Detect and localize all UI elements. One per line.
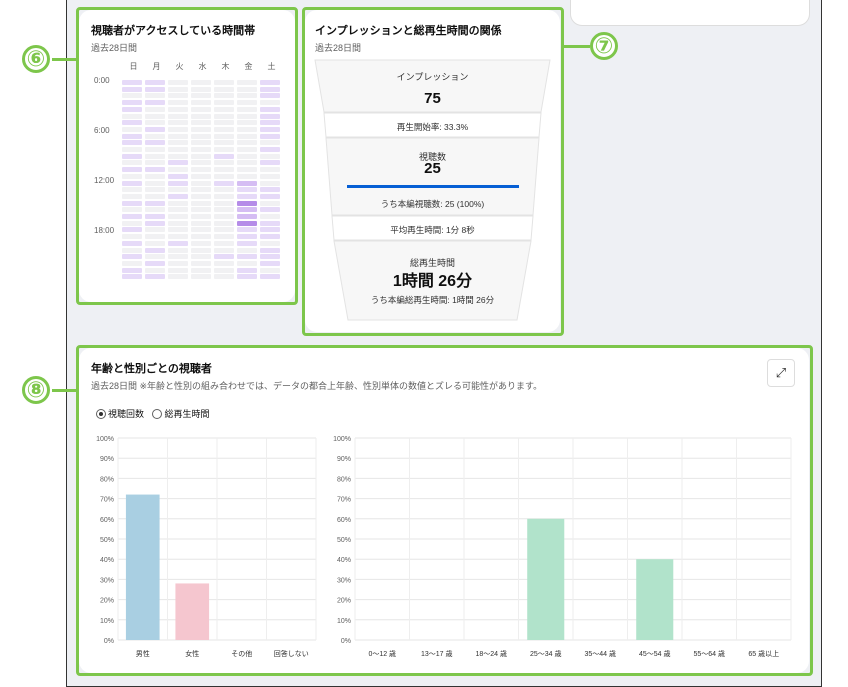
marker-8: ⑧ [22, 376, 50, 404]
partial-card [570, 0, 810, 26]
highlight-box-6 [76, 7, 298, 305]
highlight-box-7 [302, 7, 564, 336]
highlight-box-8 [76, 345, 813, 676]
marker-7-line [564, 45, 590, 48]
marker-6-line [52, 58, 77, 61]
marker-8-line [52, 389, 77, 392]
marker-6: ⑥ [22, 45, 50, 73]
marker-7: ⑦ [590, 32, 618, 60]
